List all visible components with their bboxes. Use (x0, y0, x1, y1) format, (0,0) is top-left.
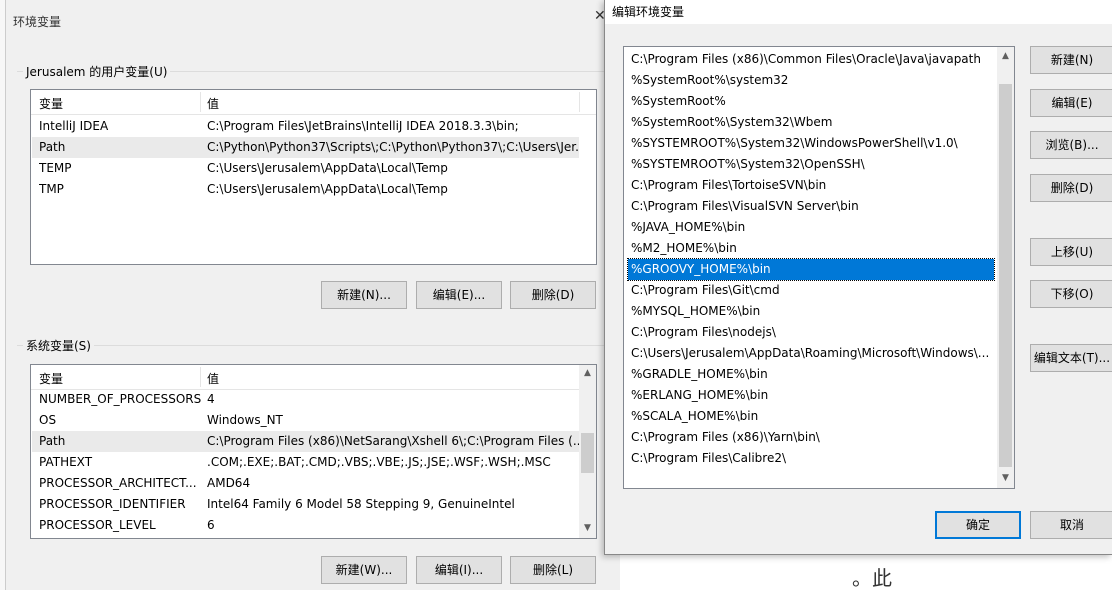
move-down-button[interactable]: 下移(O) (1030, 280, 1112, 308)
var-name: PROCESSOR_IDENTIFIER (39, 497, 186, 511)
system-variables-list[interactable]: 变量 值 NUMBER_OF_PROCESSORS 4 OS Windows_N… (30, 364, 597, 539)
path-item[interactable]: %SYSTEMROOT%\System32\WindowsPowerShell\… (628, 133, 994, 154)
system-list-header: 变量 值 (31, 365, 580, 390)
system-var-row[interactable]: OS Windows_NT (32, 410, 579, 431)
path-item[interactable]: %SystemRoot% (628, 91, 994, 112)
path-item[interactable]: %MYSQL_HOME%\bin (628, 301, 994, 322)
path-item[interactable]: C:\Program Files\Calibre2\ (628, 448, 994, 469)
scroll-down-icon[interactable]: ▼ (579, 523, 596, 533)
user-variables-list[interactable]: 变量 值 IntelliJ IDEA C:\Program Files\JetB… (30, 89, 597, 265)
var-value: .COM;.EXE;.BAT;.CMD;.VBS;.VBE;.JS;.JSE;.… (207, 455, 551, 469)
path-delete-button[interactable]: 删除(D) (1030, 174, 1112, 202)
user-edit-button[interactable]: 编辑(E)... (416, 281, 502, 309)
var-name: TMP (39, 182, 64, 196)
path-item[interactable]: %GRADLE_HOME%\bin (628, 364, 994, 385)
environment-variables-dialog: 环境变量 ✕ Jerusalem 的用户变量(U) 变量 值 IntelliJ … (5, 0, 620, 590)
var-name: PROCESSOR_ARCHITECT... (39, 476, 197, 490)
path-browse-button[interactable]: 浏览(B)... (1030, 131, 1112, 159)
var-name: PROCESSOR_LEVEL (39, 518, 156, 532)
system-variables-label: 系统变量(S) (23, 337, 94, 354)
var-value: 4 (207, 392, 215, 406)
var-value: C:\Python\Python37\Scripts\;C:\Python\Py… (207, 140, 579, 154)
user-var-row[interactable]: IntelliJ IDEA C:\Program Files\JetBrains… (32, 116, 579, 137)
path-list[interactable]: C:\Program Files (x86)\Common Files\Orac… (623, 46, 1015, 489)
system-var-row[interactable]: PATHEXT .COM;.EXE;.BAT;.CMD;.VBS;.VBE;.J… (32, 452, 579, 473)
var-value: 6 (207, 518, 215, 532)
path-item[interactable]: %JAVA_HOME%\bin (628, 217, 994, 238)
column-header-variable[interactable]: 变量 (39, 95, 63, 112)
path-item[interactable]: %M2_HOME%\bin (628, 238, 994, 259)
var-value: C:\Users\Jerusalem\AppData\Local\Temp (207, 182, 448, 196)
var-name: Path (39, 140, 66, 154)
system-edit-button[interactable]: 编辑(I)... (416, 556, 502, 584)
path-item[interactable]: C:\Program Files\VisualSVN Server\bin (628, 196, 994, 217)
path-item[interactable]: C:\Program Files\TortoiseSVN\bin (628, 175, 994, 196)
path-item-selected[interactable]: %GROOVY_HOME%\bin (627, 258, 995, 281)
var-name: PATHEXT (39, 455, 93, 469)
background-text-fragment: 。此 (852, 566, 892, 590)
scroll-up-icon[interactable]: ▲ (997, 51, 1014, 61)
move-up-button[interactable]: 上移(U) (1030, 238, 1112, 266)
cancel-button[interactable]: 取消 (1030, 511, 1112, 539)
dialog-title: 环境变量 (13, 15, 62, 29)
var-value: C:\Program Files\JetBrains\IntelliJ IDEA… (207, 119, 519, 133)
path-edit-button[interactable]: 编辑(E) (1030, 89, 1112, 117)
dialog-title: 编辑环境变量 (612, 5, 685, 19)
user-list-header: 变量 值 (31, 90, 596, 115)
user-var-row[interactable]: TEMP C:\Users\Jerusalem\AppData\Local\Te… (32, 158, 579, 179)
path-item[interactable]: %ERLANG_HOME%\bin (628, 385, 994, 406)
path-item[interactable]: C:\Program Files\Git\cmd (628, 280, 994, 301)
system-var-row[interactable]: PROCESSOR_IDENTIFIER Intel64 Family 6 Mo… (32, 494, 579, 515)
path-item[interactable]: C:\Program Files (x86)\Yarn\bin\ (628, 427, 994, 448)
var-name: NUMBER_OF_PROCESSORS (39, 392, 202, 406)
system-group-frame (17, 345, 610, 346)
system-list-scrollbar[interactable]: ▲ ▼ (579, 365, 596, 538)
var-value: Intel64 Family 6 Model 58 Stepping 9, Ge… (207, 497, 515, 511)
path-item[interactable]: %SystemRoot%\system32 (628, 70, 994, 91)
path-item[interactable]: %SCALA_HOME%\bin (628, 406, 994, 427)
system-var-row[interactable]: PROCESSOR_LEVEL 6 (32, 515, 579, 536)
user-var-row[interactable]: TMP C:\Users\Jerusalem\AppData\Local\Tem… (32, 179, 579, 200)
path-item[interactable]: %SystemRoot%\System32\Wbem (628, 112, 994, 133)
var-name: TEMP (39, 161, 72, 175)
var-name: IntelliJ IDEA (39, 119, 109, 133)
var-name: Path (39, 434, 66, 448)
system-delete-button[interactable]: 删除(L) (510, 556, 596, 584)
var-value: AMD64 (207, 476, 251, 490)
user-delete-button[interactable]: 删除(D) (510, 281, 596, 309)
system-var-row-selected[interactable]: Path C:\Program Files (x86)\NetSarang\Xs… (32, 431, 579, 452)
edit-environment-variable-dialog: 编辑环境变量 C:\Program Files (x86)\Common Fil… (604, 0, 1112, 555)
path-item[interactable]: C:\Program Files\nodejs\ (628, 322, 994, 343)
path-new-button[interactable]: 新建(N) (1030, 46, 1112, 74)
path-item[interactable]: C:\Users\Jerusalem\AppData\Roaming\Micro… (628, 343, 994, 364)
system-new-button[interactable]: 新建(W)... (321, 556, 407, 584)
scrollbar-thumb[interactable] (581, 433, 594, 473)
system-var-row[interactable]: NUMBER_OF_PROCESSORS 4 (32, 389, 579, 410)
ok-button[interactable]: 确定 (935, 511, 1021, 539)
column-header-variable[interactable]: 变量 (39, 370, 63, 387)
path-item[interactable]: C:\Program Files (x86)\Common Files\Orac… (628, 49, 994, 70)
user-var-row-selected[interactable]: Path C:\Python\Python37\Scripts\;C:\Pyth… (32, 137, 579, 158)
scroll-down-icon[interactable]: ▼ (997, 473, 1014, 483)
path-item[interactable]: %SYSTEMROOT%\System32\OpenSSH\ (628, 154, 994, 175)
user-new-button[interactable]: 新建(N)... (321, 281, 407, 309)
var-value: C:\Program Files (x86)\NetSarang\Xshell … (207, 434, 579, 448)
system-var-row[interactable]: PROCESSOR_ARCHITECT... AMD64 (32, 473, 579, 494)
path-list-scrollbar[interactable]: ▲ ▼ (997, 47, 1014, 488)
scroll-up-icon[interactable]: ▲ (579, 368, 596, 378)
scrollbar-thumb[interactable] (999, 84, 1012, 467)
column-header-value[interactable]: 值 (207, 95, 219, 112)
edit-text-button[interactable]: 编辑文本(T)... (1030, 344, 1112, 372)
var-value: C:\Users\Jerusalem\AppData\Local\Temp (207, 161, 448, 175)
column-header-value[interactable]: 值 (207, 370, 219, 387)
user-variables-label: Jerusalem 的用户变量(U) (23, 63, 171, 80)
var-name: OS (39, 413, 57, 427)
var-value: Windows_NT (207, 413, 283, 427)
